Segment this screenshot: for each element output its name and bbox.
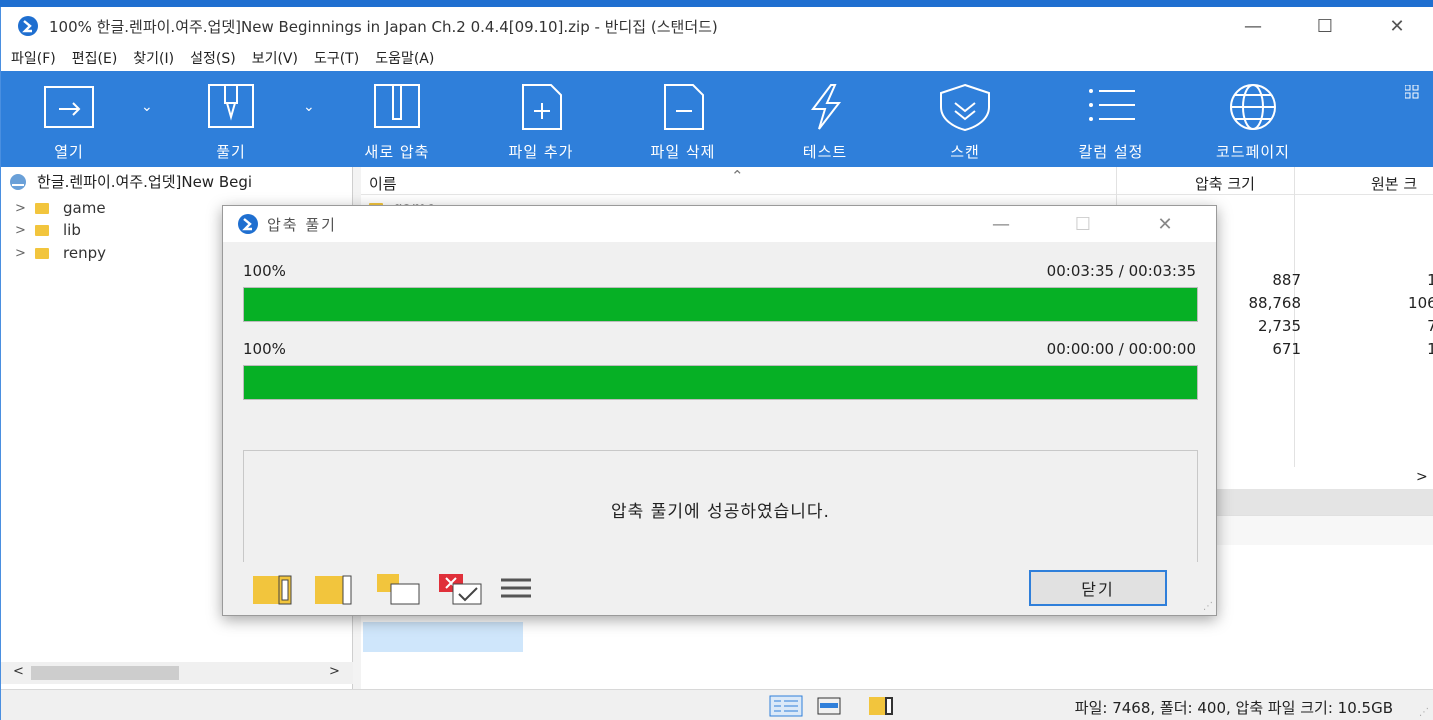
original-size-value: 106,4 bbox=[1408, 294, 1433, 312]
open-dropdown-icon[interactable]: ⌄ bbox=[141, 99, 153, 115]
menu-icon bbox=[501, 578, 531, 598]
bandizip-logo-icon bbox=[18, 16, 38, 36]
extract-dropdown-icon[interactable]: ⌄ bbox=[303, 99, 315, 115]
status-bar: 파일: 7468, 폴더: 400, 압축 파일 크기: 10.5GB ⋰ bbox=[1, 689, 1433, 720]
maximize-icon: ☐ bbox=[1074, 213, 1092, 235]
extract-dialog: 압축 풀기 — ☐ ✕ 100% 00:03:35 / 00:03:35 100… bbox=[222, 205, 1217, 616]
message-box: 압축 풀기에 성공하였습니다. bbox=[243, 450, 1198, 562]
lightning-icon bbox=[811, 84, 842, 130]
column-original-size[interactable]: 원본 크 bbox=[1371, 173, 1417, 194]
add-file-icon bbox=[522, 84, 562, 130]
delete-archive-icon bbox=[439, 574, 482, 605]
bandizip-logo-icon bbox=[238, 214, 258, 234]
column-settings-button[interactable]: 칼럼 설정 bbox=[1051, 71, 1171, 167]
menu-find[interactable]: 찾기(I) bbox=[133, 48, 174, 68]
codepage-button[interactable]: 코드페이지 bbox=[1193, 71, 1313, 167]
toolbar: 열기 ⌄ 풀기 ⌄ 새로 압축 파일 추가 파일 삭제 테스트 스캔 칼럼 설정… bbox=[1, 71, 1433, 167]
menu-tools[interactable]: 도구(T) bbox=[314, 48, 359, 68]
menu-bar: 파일(F) 편집(E) 찾기(I) 설정(S) 보기(V) 도구(T) 도움말(… bbox=[1, 45, 1433, 71]
delete-files-button[interactable]: 파일 삭제 bbox=[623, 71, 743, 167]
preview-pane-icon[interactable] bbox=[817, 697, 841, 715]
menu-file[interactable]: 파일(F) bbox=[11, 48, 56, 68]
tree-node-renpy[interactable]: > renpy bbox=[15, 244, 106, 262]
scroll-right-icon[interactable]: > bbox=[1416, 469, 1428, 485]
minimize-icon[interactable]: — bbox=[960, 206, 1042, 242]
info-panel bbox=[1216, 515, 1433, 545]
extract-icon bbox=[208, 84, 254, 128]
tree-root[interactable]: 한글.렌파이.여주.업뎃]New Begi bbox=[7, 171, 252, 192]
list-icon bbox=[1089, 89, 1135, 121]
resize-grip-icon[interactable]: ⋰ bbox=[1419, 707, 1429, 718]
folder-icon bbox=[35, 247, 49, 259]
add-files-button[interactable]: 파일 추가 bbox=[481, 71, 601, 167]
open-destination-button[interactable] bbox=[313, 572, 375, 606]
window-title: 100% 한글.렌파이.여주.업뎃]New Beginnings in Japa… bbox=[49, 17, 718, 36]
menu-settings[interactable]: 설정(S) bbox=[190, 48, 236, 68]
maximize-icon[interactable]: ☐ bbox=[1289, 7, 1361, 45]
column-header: 이름 ⌃ 압축 크기 원본 크 bbox=[361, 167, 1433, 195]
copy-path-button[interactable] bbox=[375, 572, 437, 606]
column-name[interactable]: 이름 bbox=[369, 173, 397, 194]
archive-icon bbox=[10, 173, 26, 190]
sort-arrow-icon: ⌃ bbox=[731, 167, 744, 185]
new-archive-button[interactable]: 새로 압축 bbox=[337, 71, 457, 167]
title-bar: 100% 한글.렌파이.여주.업뎃]New Beginnings in Japa… bbox=[1, 7, 1433, 45]
total-progress-bar bbox=[243, 287, 1198, 322]
menu-help[interactable]: 도움말(A) bbox=[375, 48, 434, 68]
file-time: 00:00:00 / 00:00:00 bbox=[1046, 340, 1196, 358]
delete-archive-button[interactable] bbox=[437, 572, 499, 606]
minimize-icon[interactable]: — bbox=[1217, 7, 1289, 45]
copy-folder-icon bbox=[377, 574, 420, 605]
open-button[interactable]: 열기 bbox=[9, 71, 129, 167]
success-message: 압축 풀기에 성공하였습니다. bbox=[611, 502, 830, 522]
info-band bbox=[1216, 489, 1433, 515]
tree-horizontal-scrollbar[interactable]: < > bbox=[1, 662, 353, 684]
folder-icon bbox=[315, 575, 352, 605]
selected-cell[interactable] bbox=[363, 622, 523, 652]
layout-grid-icon[interactable] bbox=[1405, 85, 1419, 99]
extract-button[interactable]: 풀기 bbox=[171, 71, 291, 167]
tree-node-game[interactable]: > game bbox=[15, 199, 106, 217]
details-view-icon[interactable] bbox=[769, 695, 803, 717]
original-size-value: 7,5 bbox=[1427, 317, 1433, 335]
scrollbar-thumb[interactable] bbox=[31, 666, 179, 680]
dialog-title-bar: 압축 풀기 — ☐ ✕ bbox=[223, 206, 1216, 242]
resize-grip-icon[interactable]: ⋰ bbox=[1203, 601, 1213, 612]
archive-folder-icon[interactable] bbox=[867, 695, 895, 717]
chevron-right-icon[interactable]: > bbox=[15, 246, 35, 261]
archive-folder-icon bbox=[253, 575, 292, 605]
dialog-title: 압축 풀기 bbox=[267, 215, 337, 234]
total-percent: 100% bbox=[243, 262, 286, 280]
column-compressed-size[interactable]: 압축 크기 bbox=[1195, 173, 1255, 194]
chevron-right-icon[interactable]: > bbox=[15, 223, 35, 238]
more-options-button[interactable] bbox=[499, 572, 561, 606]
delete-file-icon bbox=[664, 84, 704, 130]
close-icon[interactable]: ✕ bbox=[1361, 7, 1433, 45]
new-archive-icon bbox=[374, 84, 420, 128]
folder-icon bbox=[35, 224, 49, 236]
open-icon bbox=[44, 86, 94, 128]
shield-icon bbox=[940, 83, 990, 131]
scroll-left-icon[interactable]: < bbox=[13, 664, 24, 679]
menu-edit[interactable]: 편집(E) bbox=[72, 48, 118, 68]
chevron-right-icon[interactable]: > bbox=[15, 201, 35, 216]
globe-icon bbox=[1230, 84, 1276, 130]
file-progress-bar bbox=[243, 365, 1198, 400]
scroll-right-icon[interactable]: > bbox=[329, 664, 340, 679]
close-button[interactable]: 닫기 bbox=[1029, 570, 1167, 606]
file-percent: 100% bbox=[243, 340, 286, 358]
original-size-value: 1,6 bbox=[1427, 340, 1433, 358]
open-folder-button[interactable] bbox=[251, 572, 313, 606]
test-button[interactable]: 테스트 bbox=[765, 71, 885, 167]
tree-node-lib[interactable]: > lib bbox=[15, 221, 81, 239]
status-text: 파일: 7468, 폴더: 400, 압축 파일 크기: 10.5GB bbox=[1074, 699, 1393, 717]
menu-view[interactable]: 보기(V) bbox=[252, 48, 298, 68]
folder-icon bbox=[35, 202, 49, 214]
close-icon[interactable]: ✕ bbox=[1124, 206, 1206, 242]
scan-button[interactable]: 스캔 bbox=[905, 71, 1025, 167]
total-time: 00:03:35 / 00:03:35 bbox=[1046, 262, 1196, 280]
original-size-value: 1,6 bbox=[1427, 271, 1433, 289]
